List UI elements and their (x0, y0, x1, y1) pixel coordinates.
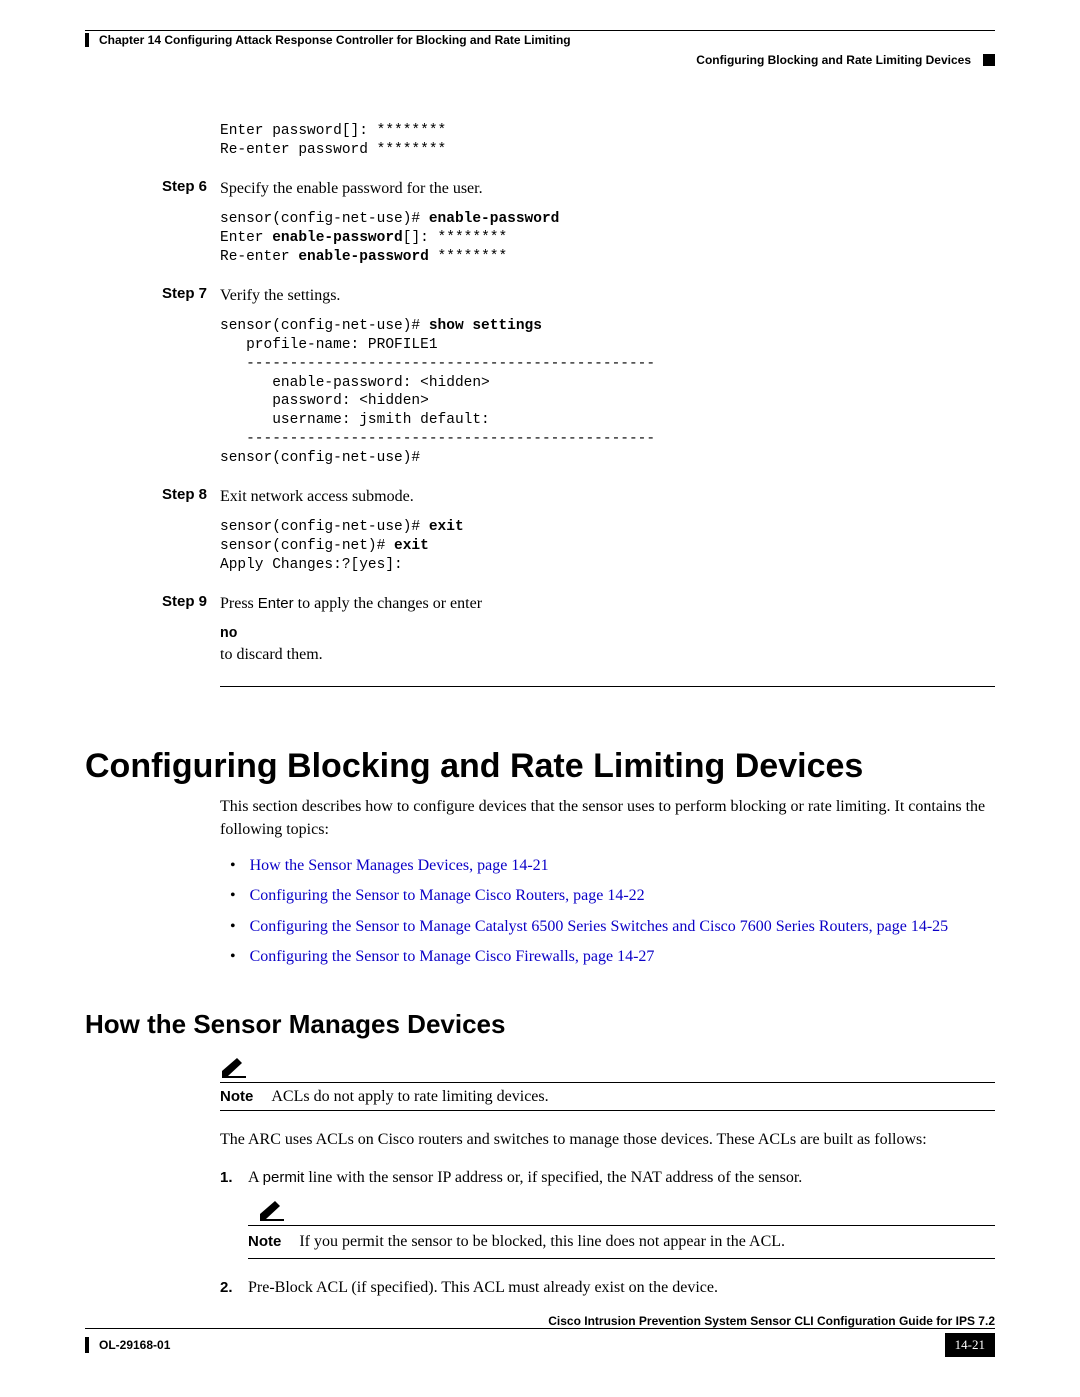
topic-list: How the Sensor Manages Devices, page 14-… (230, 855, 995, 969)
page-header: Chapter 14 Configuring Attack Response C… (85, 30, 995, 67)
page-footer: Cisco Intrusion Prevention System Sensor… (85, 1314, 995, 1357)
step-label: Step 7 (162, 285, 220, 468)
code-block-intro: Enter password[]: ******** Re-enter pass… (220, 122, 995, 160)
list-item: 2.Pre-Block ACL (if specified). This ACL… (220, 1277, 995, 1299)
footer-guide: Cisco Intrusion Prevention System Sensor… (548, 1314, 995, 1328)
note-text: ACLs do not apply to rate limiting devic… (271, 1088, 548, 1106)
step-body: Verify the settings.sensor(config-net-us… (220, 285, 655, 468)
step-body: Press Enter to apply the changes or ente… (220, 593, 482, 667)
note-label: Note (248, 1231, 281, 1252)
section-marker-icon (983, 54, 995, 66)
list-item: How the Sensor Manages Devices, page 14-… (230, 855, 995, 877)
step-row: Step 9Press Enter to apply the changes o… (162, 593, 995, 667)
item-body: A permit line with the sensor IP address… (248, 1167, 995, 1259)
content: Enter password[]: ******** Re-enter pass… (220, 122, 995, 687)
topic-link[interactable]: Configuring the Sensor to Manage Catalys… (250, 916, 949, 938)
section-body: This section describes how to configure … (220, 796, 995, 968)
topic-link[interactable]: How the Sensor Manages Devices, page 14-… (250, 855, 549, 877)
header-section: Configuring Blocking and Rate Limiting D… (696, 53, 971, 67)
subsection-para: The ARC uses ACLs on Cisco routers and s… (220, 1129, 995, 1151)
pencil-icon (258, 1199, 288, 1223)
step-label: Step 6 (162, 178, 220, 267)
item-number: 2. (220, 1277, 248, 1299)
note-block: Note If you permit the sensor to be block… (248, 1199, 995, 1258)
item-number: 1. (220, 1167, 248, 1259)
step-row: Step 8Exit network access submode.sensor… (162, 486, 995, 575)
list-item: Configuring the Sensor to Manage Cisco R… (230, 885, 995, 907)
pencil-icon (220, 1056, 250, 1080)
subsection-body: The ARC uses ACLs on Cisco routers and s… (220, 1129, 995, 1300)
step-label: Step 9 (162, 593, 220, 667)
item-body: Pre-Block ACL (if specified). This ACL m… (248, 1277, 995, 1299)
note-label: Note (220, 1088, 253, 1105)
numbered-list: 1.A permit line with the sensor IP addre… (220, 1167, 995, 1299)
list-item: Configuring the Sensor to Manage Catalys… (230, 916, 995, 938)
step-row: Step 7Verify the settings.sensor(config-… (162, 285, 995, 468)
note-block: Note ACLs do not apply to rate limiting … (220, 1056, 995, 1111)
topic-link[interactable]: Configuring the Sensor to Manage Cisco F… (250, 946, 655, 968)
chapter-text: Chapter 14 Configuring Attack Response C… (99, 33, 571, 47)
step-label: Step 8 (162, 486, 220, 575)
code-block: sensor(config-net-use)# show settings pr… (220, 317, 655, 468)
page-number: 14-21 (945, 1333, 995, 1357)
footer-doc: OL-29168-01 (99, 1338, 170, 1352)
note-text: If you permit the sensor to be blocked, … (299, 1231, 785, 1253)
topic-link[interactable]: Configuring the Sensor to Manage Cisco R… (250, 885, 645, 907)
section-heading: Configuring Blocking and Rate Limiting D… (85, 747, 995, 786)
page: Chapter 14 Configuring Attack Response C… (0, 0, 1080, 1397)
code-block: sensor(config-net-use)# exit sensor(conf… (220, 518, 464, 575)
list-item: 1.A permit line with the sensor IP addre… (220, 1167, 995, 1259)
subsection-heading: How the Sensor Manages Devices (85, 1009, 995, 1040)
step-row: Step 6Specify the enable password for th… (162, 178, 995, 267)
section-intro: This section describes how to configure … (220, 796, 995, 841)
step-body: Exit network access submode.sensor(confi… (220, 486, 464, 575)
step-body: Specify the enable password for the user… (220, 178, 559, 267)
list-item: Configuring the Sensor to Manage Cisco F… (230, 946, 995, 968)
chapter-title: Chapter 14 Configuring Attack Response C… (85, 33, 571, 47)
code-block: sensor(config-net-use)# enable-password … (220, 210, 559, 267)
